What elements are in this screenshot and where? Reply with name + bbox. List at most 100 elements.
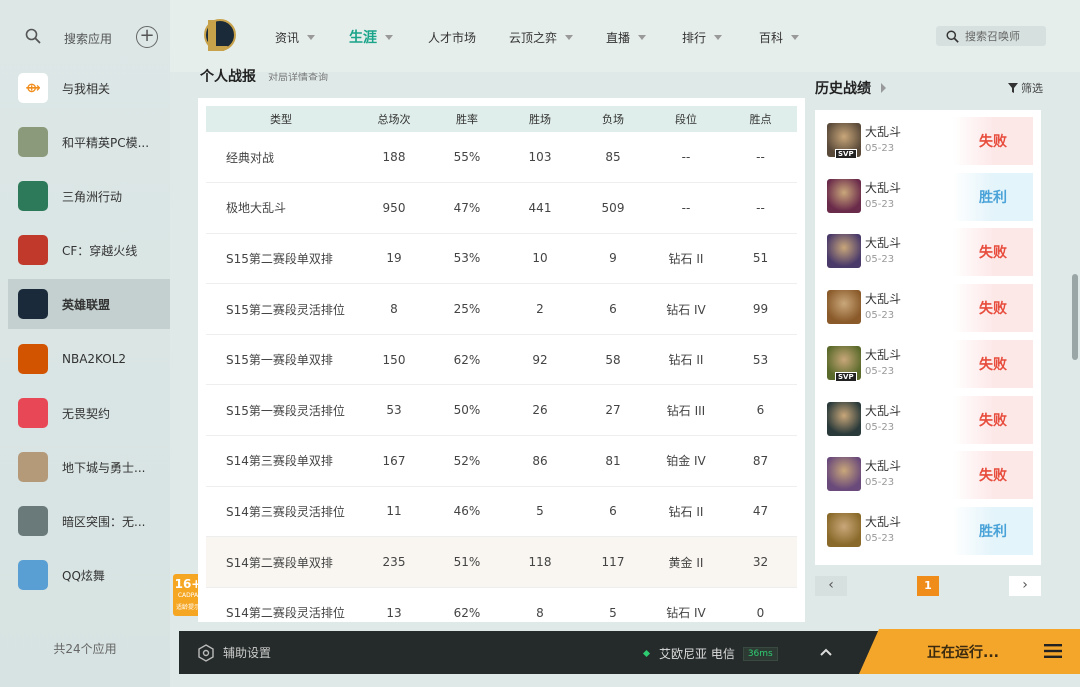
match-row[interactable]: 大乱斗 05-23 失败 (825, 451, 1033, 500)
table-row[interactable]: 经典对战 188 55% 103 85 -- -- (206, 132, 797, 184)
champion-avatar (827, 512, 861, 547)
match-row[interactable]: SVP 大乱斗 05-23 失败 (825, 339, 1033, 388)
table-row[interactable]: S14第三赛段灵活排位 11 46% 5 6 钻石 II 47 (206, 486, 797, 538)
table-cell: 8 (356, 283, 432, 335)
menu-icon[interactable] (1044, 644, 1062, 658)
page-number[interactable]: 1 (917, 576, 939, 596)
table-cell: 5 (578, 587, 648, 622)
table-cell: 32 (724, 536, 797, 588)
filter-button[interactable]: 筛选 (1008, 80, 1043, 96)
match-mode: 大乱斗 (865, 180, 902, 195)
table-cell: 150 (356, 334, 432, 386)
match-date: 05-23 (865, 143, 895, 154)
table-cell: 52% (432, 435, 502, 487)
sidebar-item[interactable]: 三角洲行动 (8, 171, 170, 221)
caret-down-icon[interactable] (385, 34, 393, 40)
caret-down-icon[interactable] (565, 35, 574, 40)
column-header[interactable]: 胜点 (724, 106, 797, 132)
caret-down-icon[interactable] (638, 35, 647, 40)
table-cell: 50% (432, 384, 502, 437)
match-mode: 大乱斗 (865, 236, 902, 251)
caret-down-icon[interactable] (791, 35, 800, 40)
table-row[interactable]: S15第二赛段灵活排位 8 25% 2 6 钻石 IV 99 (206, 283, 797, 335)
summoner-search[interactable]: 搜索召唤师 (936, 26, 1046, 46)
nav-tab[interactable]: 资讯 (275, 29, 316, 46)
sidebar-item[interactable]: 地下城与勇士... (8, 442, 170, 492)
bottom-bar: 辅助设置 艾欧尼亚 电信 36ms 正在运行... (179, 629, 1080, 674)
column-header[interactable]: 总场次 (356, 106, 432, 132)
table-cell: 6 (578, 486, 648, 538)
table-cell: 509 (578, 182, 648, 234)
match-row[interactable]: 大乱斗 05-23 失败 (825, 284, 1033, 333)
match-row[interactable]: SVP 大乱斗 05-23 失败 (825, 117, 1033, 165)
table-cell: 11 (356, 486, 432, 538)
nav-tab[interactable]: 直播 (606, 29, 647, 46)
sidebar-item[interactable]: ⟴ 与我相关 (8, 63, 170, 113)
chevron-up-icon[interactable] (819, 645, 833, 659)
table-cell: 87 (724, 435, 797, 487)
prev-page-button[interactable]: ‹ (815, 576, 847, 596)
add-app-button[interactable]: + (136, 26, 158, 48)
column-header[interactable]: 胜场 (502, 106, 578, 132)
nav-tab[interactable]: 云顶之弈 (509, 29, 574, 46)
table-cell: 钻石 II (648, 233, 724, 285)
table-row[interactable]: S14第二赛段单双排 235 51% 118 117 黄金 II 32 (206, 536, 797, 588)
column-header[interactable]: 段位 (648, 106, 724, 132)
table-row[interactable]: S15第二赛段单双排 19 53% 10 9 钻石 II 51 (206, 233, 797, 285)
sidebar-item[interactable]: NBA2KOL2 (8, 334, 170, 384)
table-row[interactable]: 极地大乱斗 950 47% 441 509 -- -- (206, 182, 797, 234)
column-header[interactable]: 胜率 (432, 106, 502, 132)
server-status[interactable]: 艾欧尼亚 电信 36ms (642, 645, 778, 662)
server-name: 艾欧尼亚 电信 (659, 647, 735, 661)
next-page-button[interactable]: › (1009, 576, 1041, 596)
history-title-label: 历史战绩 (815, 81, 871, 97)
scrollbar-thumb[interactable] (1072, 274, 1078, 360)
helper-settings-button[interactable]: 辅助设置 (197, 631, 271, 674)
table-cell: S15第二赛段灵活排位 (206, 283, 356, 335)
caret-down-icon[interactable] (714, 35, 723, 40)
sidebar-item-label: 无畏契约 (62, 406, 111, 421)
table-cell: -- (648, 182, 724, 234)
match-row[interactable]: 大乱斗 05-23 胜利 (825, 172, 1033, 221)
sidebar-item[interactable]: 暗区突围：无... (8, 496, 170, 546)
table-row[interactable]: S14第二赛段灵活排位 13 62% 8 5 钻石 IV 0 (206, 587, 797, 622)
nav-tab[interactable]: 排行 (682, 29, 723, 46)
match-date: 05-23 (865, 477, 895, 489)
table-cell: 10 (502, 233, 578, 285)
match-row[interactable]: 大乱斗 05-23 胜利 (825, 506, 1033, 555)
table-row[interactable]: S14第三赛段单双排 167 52% 86 81 铂金 IV 87 (206, 435, 797, 487)
nav-tab[interactable]: 百科 (759, 29, 800, 46)
table-cell: 53 (356, 384, 432, 437)
column-header[interactable]: 负场 (578, 106, 648, 132)
app-count: 共24个应用 (53, 642, 117, 656)
sidebar-item[interactable]: 英雄联盟 (8, 279, 170, 329)
app-search-label: 搜索应用 (64, 32, 113, 46)
nav-tab[interactable]: 生涯 (349, 27, 393, 47)
caret-down-icon[interactable] (307, 35, 316, 40)
table-cell: 441 (502, 182, 578, 234)
match-result: 失败 (953, 395, 1033, 444)
sidebar-item[interactable]: 和平精英PC模... (8, 117, 170, 167)
section-subtitle[interactable]: 对局详情查询 (268, 69, 328, 81)
column-header[interactable]: 类型 (206, 106, 356, 132)
app-search[interactable]: 搜索应用 + (0, 0, 170, 70)
sidebar-item[interactable]: QQ炫舞 (8, 550, 170, 600)
delta-icon (18, 181, 48, 211)
nav-tab[interactable]: 人才市场 (428, 29, 476, 46)
history-title[interactable]: 历史战绩 (815, 78, 886, 98)
table-cell: 188 (356, 132, 432, 184)
champion-avatar (827, 290, 861, 325)
lol-logo-icon (204, 19, 236, 51)
table-row[interactable]: S15第一赛段单双排 150 62% 92 58 钻石 II 53 (206, 334, 797, 386)
match-row[interactable]: 大乱斗 05-23 失败 (825, 395, 1033, 444)
table-cell: 9 (578, 233, 648, 285)
sidebar-item[interactable]: CF：穿越火线 (8, 225, 170, 275)
champion-avatar (827, 178, 861, 213)
table-cell: 27 (578, 384, 648, 437)
table-cell: 117 (578, 536, 648, 588)
running-button[interactable]: 正在运行... (859, 629, 1080, 674)
table-row[interactable]: S15第一赛段灵活排位 53 50% 26 27 钻石 III 6 (206, 384, 797, 437)
match-row[interactable]: 大乱斗 05-23 失败 (825, 228, 1033, 277)
summoner-search-placeholder: 搜索召唤师 (965, 30, 1020, 43)
sidebar-item[interactable]: 无畏契约 (8, 388, 170, 438)
